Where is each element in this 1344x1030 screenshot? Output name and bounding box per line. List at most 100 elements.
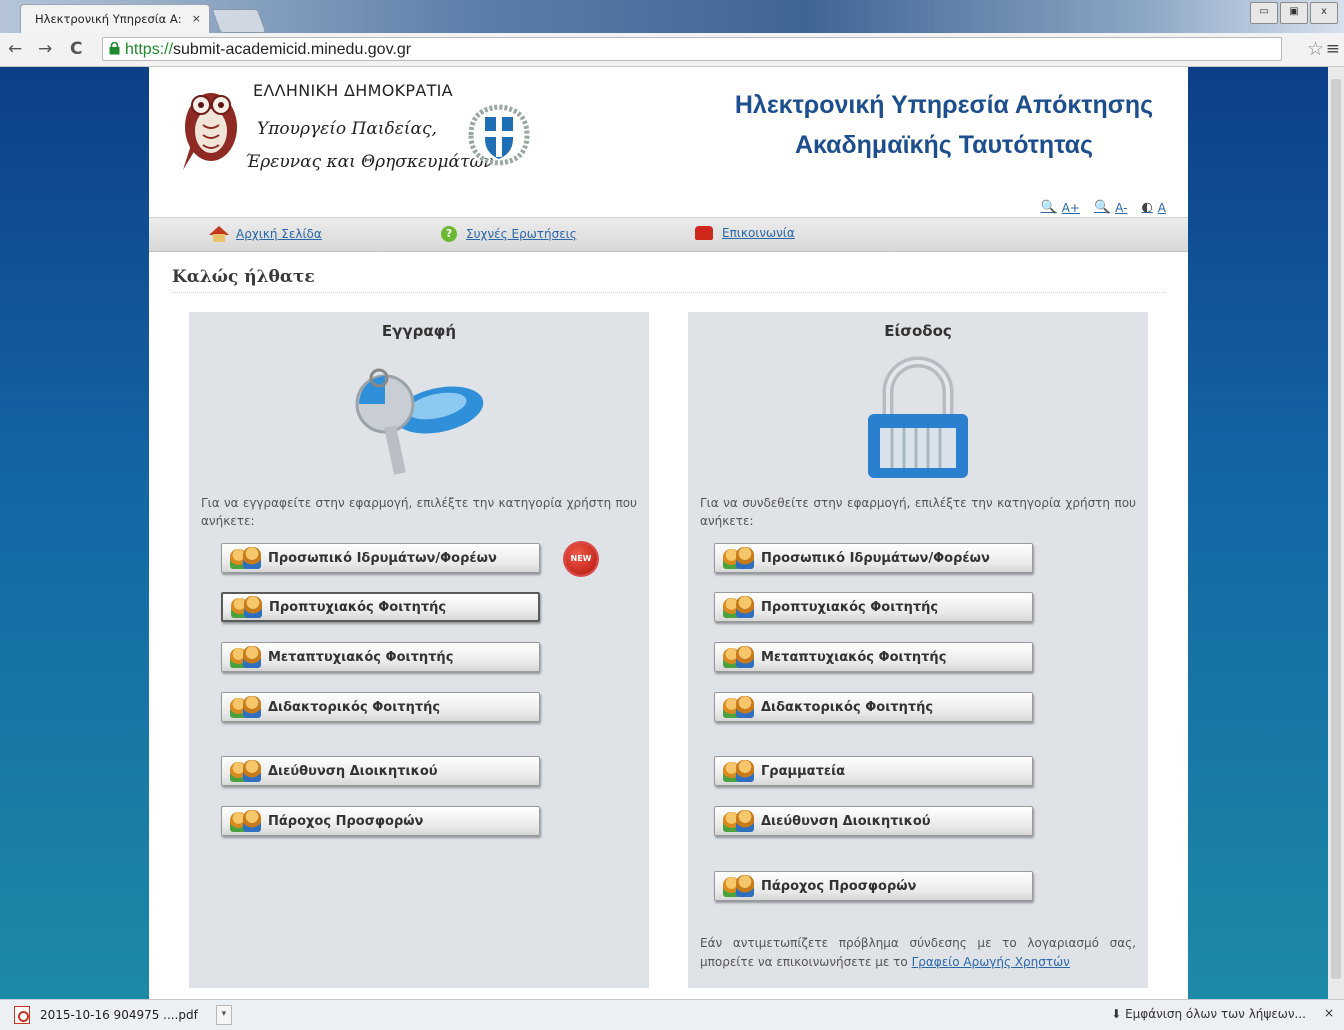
users-icon <box>721 646 757 668</box>
login-provider-button[interactable]: Πάροχος Προσφορών <box>714 871 1033 901</box>
users-icon <box>721 760 757 782</box>
login-panel: Είσοδος Για να συνδεθείτε στην εφαρμογή,… <box>688 312 1148 988</box>
register-admin-button[interactable]: Διεύθυνση Διοικητικού <box>221 756 540 786</box>
login-doctoral-button[interactable]: Διδακτορικός Φοιτητής <box>714 692 1033 722</box>
download-filename: 2015-10-16 904975 ....pdf <box>40 1008 198 1022</box>
new-tab-button[interactable] <box>211 9 267 33</box>
close-download-bar-icon[interactable]: × <box>1324 1006 1334 1020</box>
browser-menu-icon[interactable]: ≡ <box>1326 39 1340 59</box>
page-title: Καλώς ήλθατε <box>172 267 315 287</box>
accessibility-controls: 🔍 A+ 🔍 A- ◐ A <box>1041 200 1166 215</box>
main-nav: Αρχική Σελίδα ? Συχνές Ερωτήσεις Επικοιν… <box>149 217 1188 252</box>
button-label: Προπτυχιακός Φοιτητής <box>269 599 447 615</box>
scrollbar[interactable] <box>1328 67 1344 999</box>
divider <box>172 292 1166 293</box>
service-title: Ηλεκτρονική Υπηρεσία Απόκτησης Ακαδημαϊκ… <box>709 85 1179 165</box>
register-postgraduate-button[interactable]: Μεταπτυχιακός Φοιτητής <box>221 642 540 672</box>
pdf-icon <box>14 1006 30 1024</box>
window-controls: ▭ ▣ x <box>1250 2 1338 24</box>
tab-close-icon[interactable]: × <box>192 5 201 33</box>
download-options-icon[interactable]: ▾ <box>215 1005 232 1025</box>
forward-button[interactable]: → <box>38 39 52 59</box>
phone-icon <box>695 226 713 240</box>
register-panel: Εγγραφή Για να εγγραφείτε στην εφαρμογή,… <box>189 312 649 988</box>
button-label: Προσωπικό Ιδρυμάτων/Φορέων <box>761 550 990 566</box>
url-host: submit-academicid.minedu.gov.gr <box>173 41 412 58</box>
login-staff-button[interactable]: Προσωπικό Ιδρυμάτων/Φορέων <box>714 543 1033 573</box>
nav-contact-link[interactable]: Επικοινωνία <box>722 226 795 240</box>
address-bar: ← → C https://submit-academicid.minedu.g… <box>0 33 1344 67</box>
nav-faq-link[interactable]: Συχνές Ερωτήσεις <box>466 227 577 241</box>
button-label: Πάροχος Προσφορών <box>761 878 917 894</box>
bookmark-star-icon[interactable]: ☆ <box>1307 38 1324 60</box>
nav-faq[interactable]: ? Συχνές Ερωτήσεις <box>441 226 577 242</box>
button-label: Προπτυχιακός Φοιτητής <box>761 599 939 615</box>
service-title-line1: Ηλεκτρονική Υπηρεσία Απόκτησης <box>734 91 1154 119</box>
ministry-line2: Έρευνας και Θρησκευμάτων <box>245 152 494 172</box>
users-icon <box>721 696 757 718</box>
button-label: Διδακτορικός Φοιτητής <box>268 699 441 715</box>
users-icon <box>721 875 757 897</box>
font-decrease-label: A- <box>1115 200 1128 215</box>
padlock-icon <box>868 356 968 478</box>
register-doctoral-button[interactable]: Διδακτορικός Φοιτητής <box>221 692 540 722</box>
register-staff-button[interactable]: Προσωπικό Ιδρυμάτων/Φορέων <box>221 543 540 573</box>
button-label: Γραμματεία <box>761 763 846 779</box>
magnifier-icon: 🔍 <box>1093 200 1111 215</box>
gov-name: ΕΛΛΗΝΙΚΗ ΔΗΜΟΚΡΑΤΙΑ <box>253 81 453 100</box>
show-all-label: Εμφάνιση όλων των λήψεων... <box>1125 1007 1306 1021</box>
nav-contact[interactable]: Επικοινωνία <box>695 226 795 240</box>
users-icon <box>228 810 264 832</box>
page-content: ΕΛΛΗΝΙΚΗ ΔΗΜΟΚΡΑΤΙΑ Υπουργείο Παιδείας, … <box>149 67 1188 999</box>
nav-home-link[interactable]: Αρχική Σελίδα <box>236 227 322 241</box>
contrast-link[interactable]: ◐ A <box>1141 200 1166 215</box>
font-decrease-link[interactable]: 🔍 A- <box>1094 200 1127 215</box>
url-field[interactable]: https://submit-academicid.minedu.gov.gr <box>102 37 1282 61</box>
key-icon <box>355 368 484 475</box>
browser-tab-bar: Ηλεκτρονική Υπηρεσία Α: × ▭ ▣ x <box>0 0 1344 33</box>
users-icon <box>228 696 264 718</box>
login-secretariat-button[interactable]: Γραμματεία <box>714 756 1033 786</box>
page-viewport: ΕΛΛΗΝΙΚΗ ΔΗΜΟΚΡΑΤΙΑ Υπουργείο Παιδείας, … <box>0 67 1344 999</box>
browser-tab[interactable]: Ηλεκτρονική Υπηρεσία Α: × <box>20 4 210 33</box>
contrast-icon: ◐ <box>1141 200 1153 215</box>
scrollbar-thumb[interactable] <box>1331 79 1341 979</box>
button-label: Διεύθυνση Διοικητικού <box>761 813 931 829</box>
magnifier-icon: 🔍 <box>1040 200 1057 215</box>
register-provider-button[interactable]: Πάροχος Προσφορών <box>221 806 540 836</box>
font-increase-label: A+ <box>1061 200 1080 215</box>
close-window-button[interactable]: x <box>1310 2 1338 24</box>
back-button[interactable]: ← <box>8 39 22 59</box>
maximize-button[interactable]: ▣ <box>1280 2 1308 24</box>
owl-logo-icon <box>183 93 237 170</box>
help-icon: ? <box>441 226 457 242</box>
register-heading: Εγγραφή <box>381 322 457 340</box>
help-note: Εάν αντιμετωπίζετε πρόβλημα σύνδεσης με … <box>700 934 1136 972</box>
helpdesk-link[interactable]: Γραφείο Αρωγής Χρηστών <box>912 955 1070 969</box>
login-undergraduate-button[interactable]: Προπτυχιακός Φοιτητής <box>714 592 1033 622</box>
register-undergraduate-button[interactable]: Προπτυχιακός Φοιτητής <box>221 592 540 622</box>
login-admin-button[interactable]: Διεύθυνση Διοικητικού <box>714 806 1033 836</box>
users-icon <box>721 810 757 832</box>
tab-title: Ηλεκτρονική Υπηρεσία Α: <box>35 12 182 26</box>
new-badge: NEW <box>565 543 597 575</box>
users-icon <box>228 646 264 668</box>
url-scheme: https:// <box>125 41 174 58</box>
greek-emblem-icon <box>468 104 530 166</box>
nav-home[interactable]: Αρχική Σελίδα <box>209 226 322 242</box>
service-title-line2: Ακαδημαϊκής Ταυτότητας <box>794 131 1094 159</box>
download-item[interactable]: 2015-10-16 904975 ....pdf ▾ <box>14 1005 232 1025</box>
users-icon <box>228 547 264 569</box>
button-label: Διεύθυνση Διοικητικού <box>268 763 438 779</box>
font-increase-link[interactable]: 🔍 A+ <box>1041 200 1080 215</box>
button-label: Μεταπτυχιακός Φοιτητής <box>268 649 454 665</box>
minimize-button[interactable]: ▭ <box>1250 2 1278 24</box>
reload-button[interactable]: C <box>70 39 82 59</box>
show-all-downloads-link[interactable]: ⬇ Εμφάνιση όλων των λήψεων... <box>1111 1007 1306 1021</box>
ministry-line1: Υπουργείο Παιδείας, <box>257 119 437 139</box>
button-label: Μεταπτυχιακός Φοιτητής <box>761 649 947 665</box>
login-postgraduate-button[interactable]: Μεταπτυχιακός Φοιτητής <box>714 642 1033 672</box>
users-icon <box>721 547 757 569</box>
users-icon <box>229 596 265 618</box>
users-icon <box>721 596 757 618</box>
